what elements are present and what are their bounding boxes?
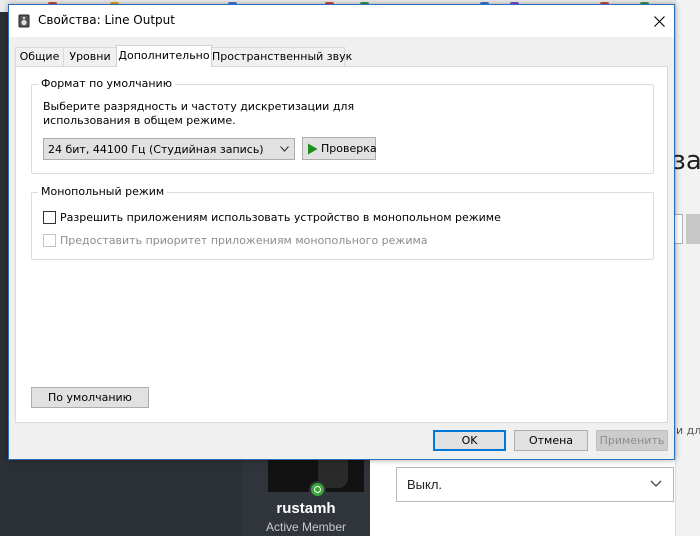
speaker-icon <box>18 14 30 28</box>
tab-spatial-sound[interactable]: Пространственный звук <box>211 47 352 66</box>
priority-exclusive-label: Предоставить приоритет приложениям моноп… <box>60 234 428 247</box>
description-line: Выберите разрядность и частоту дискретиз… <box>43 100 355 113</box>
background-select[interactable]: Выкл. <box>396 467 674 502</box>
window-title: Свойства: Line Output <box>38 13 175 27</box>
exclusive-mode-legend: Монопольный режим <box>38 185 168 198</box>
default-format-description: Выберите разрядность и частоту дискретиз… <box>43 100 383 128</box>
description-line: использования в общем режиме. <box>43 114 236 127</box>
close-button[interactable] <box>644 5 674 37</box>
background-select-value: Выкл. <box>407 477 443 492</box>
username[interactable]: rustamh <box>242 500 370 517</box>
chevron-down-icon <box>650 480 662 487</box>
tab-general[interactable]: Общие <box>15 47 64 66</box>
exclusive-mode-group: Монопольный режим Разрешить приложениям … <box>31 185 654 260</box>
chevron-down-icon <box>280 146 289 152</box>
tab-levels[interactable]: Уровни <box>63 47 117 66</box>
apply-button: Применить <box>596 430 668 451</box>
test-button-label: Проверка <box>321 142 377 155</box>
test-button[interactable]: Проверка <box>302 137 377 160</box>
advanced-tab-panel: Формат по умолчанию Выберите разрядность… <box>15 66 668 423</box>
background-scroll-strip <box>675 0 700 536</box>
priority-exclusive-checkbox <box>43 234 56 247</box>
format-select-value: 24 бит, 44100 Гц (Студийная запись) <box>48 143 264 156</box>
allow-exclusive-label[interactable]: Разрешить приложениям использовать устро… <box>60 211 501 224</box>
cancel-button[interactable]: Отмена <box>514 430 588 451</box>
default-format-legend: Формат по умолчанию <box>38 77 175 90</box>
format-select[interactable]: 24 бит, 44100 Гц (Студийная запись) <box>43 138 295 160</box>
allow-exclusive-checkbox[interactable] <box>43 211 56 224</box>
restore-defaults-button[interactable]: По умолчанию <box>31 387 149 408</box>
close-icon <box>653 15 665 27</box>
user-title: Active Member <box>265 520 347 534</box>
background-dark-area <box>0 460 242 536</box>
play-icon <box>308 143 318 155</box>
default-format-group: Формат по умолчанию Выберите разрядность… <box>31 77 654 174</box>
background-heading: за <box>672 146 700 176</box>
title-bar[interactable]: Свойства: Line Output <box>9 5 674 37</box>
background-text: и для <box>676 424 700 437</box>
tab-advanced[interactable]: Дополнительно <box>116 45 212 67</box>
online-status-icon <box>309 481 326 498</box>
background-button[interactable] <box>686 214 700 244</box>
properties-dialog: Свойства: Line Output Общие Уровни Допол… <box>8 4 675 460</box>
ok-button[interactable]: OK <box>433 430 506 451</box>
